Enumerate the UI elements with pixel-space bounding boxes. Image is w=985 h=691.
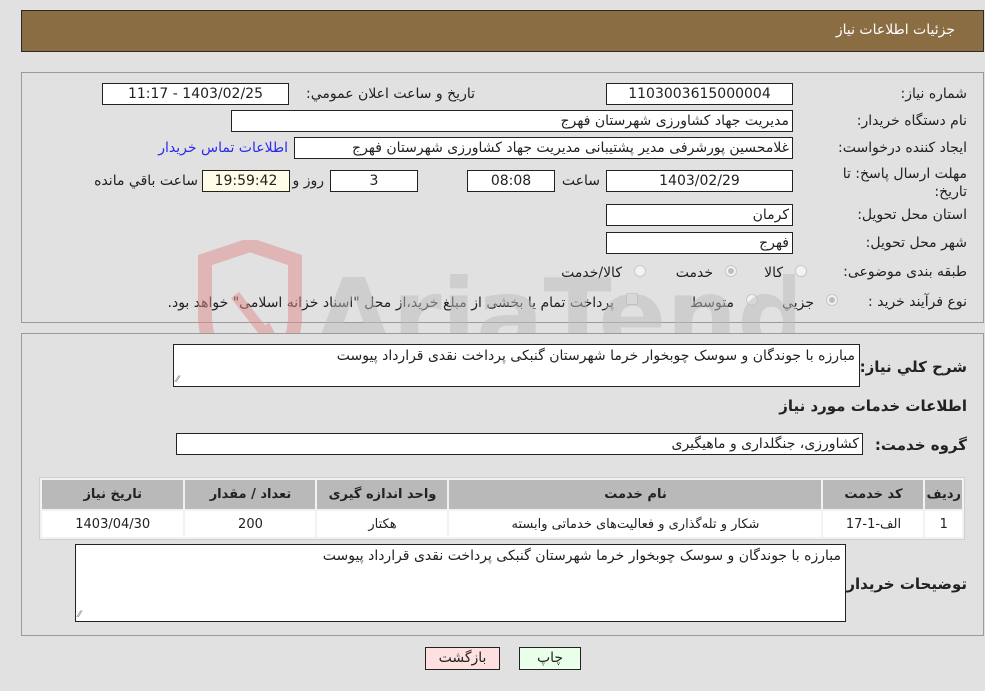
need-number-label: شماره نیاز:	[900, 86, 968, 102]
buyer-org-label: نام دستگاه خريدار:	[856, 113, 967, 129]
announce-datetime-field[interactable]: 1403/02/25 - 11:17	[102, 83, 289, 105]
cell-row-number: 1	[925, 511, 962, 537]
purchase-type-radio-medium[interactable]	[746, 294, 758, 306]
page-title: جزئیات اطلاعات نیاز	[835, 22, 955, 38]
deadline-label: مهلت ارسال پاسخ: تا تاریخ:	[842, 166, 967, 200]
days-label: روز و	[292, 173, 325, 189]
purchase-type-label: نوع فرآیند خرید :	[868, 294, 967, 310]
buyer-notes-text: مبارزه با جوندگان و سوسک چوبخوار خرما شه…	[322, 548, 841, 564]
time-remaining-label: ساعت باقي مانده	[94, 173, 198, 189]
deadline-time-label: ساعت	[561, 173, 600, 189]
category-option-goods-service: کالا/خدمت	[561, 265, 622, 281]
col-need-date: تاریخ نیاز	[42, 480, 184, 509]
resize-grip-icon[interactable]: ⁄⁄	[176, 376, 179, 385]
treasury-checkbox-label: پرداخت تمام یا بخشی از مبلغ خرید،از محل …	[167, 295, 614, 311]
cell-service-code: الف-1-17	[823, 511, 924, 537]
services-table-header: ردیف کد خدمت نام خدمت واحد اندازه گیری ت…	[42, 480, 962, 509]
cell-need-date: 1403/04/30	[42, 511, 184, 537]
days-remaining-field: 3	[330, 170, 418, 192]
requester-label: ایجاد کننده درخواست:	[838, 140, 967, 156]
category-radio-service[interactable]	[725, 265, 737, 277]
back-button[interactable]: بازگشت	[425, 647, 500, 670]
treasury-checkbox[interactable]	[626, 293, 638, 305]
buyer-notes-textarea[interactable]: مبارزه با جوندگان و سوسک چوبخوار خرما شه…	[75, 544, 846, 622]
col-row-number: ردیف	[925, 480, 962, 509]
service-group-label: گروه خدمت:	[874, 436, 967, 454]
deadline-time-field[interactable]: 08:08	[467, 170, 555, 192]
table-row: 1 الف-1-17 شکار و تله‌گذاری و فعالیت‌های…	[42, 511, 962, 537]
purchase-type-radio-minor[interactable]	[826, 294, 838, 306]
category-option-service: خدمت	[675, 265, 713, 281]
purchase-type-option-medium: متوسط	[690, 295, 734, 311]
cell-service-name: شکار و تله‌گذاری و فعالیت‌های خدماتی واب…	[449, 511, 822, 537]
time-remaining-field: 19:59:42	[202, 170, 290, 192]
announce-datetime-label: تاریخ و ساعت اعلان عمومي:	[306, 86, 475, 102]
province-field[interactable]: کرمان	[606, 204, 793, 226]
summary-label: شرح كلي نياز:	[859, 358, 967, 376]
city-label: شهر محل تحویل:	[865, 235, 967, 251]
col-quantity: تعداد / مقدار	[185, 480, 316, 509]
col-service-code: کد خدمت	[823, 480, 924, 509]
service-group-field[interactable]: کشاورزی، جنگلداری و ماهیگیری	[176, 433, 863, 455]
category-label: طبقه بندی موضوعی:	[843, 264, 967, 280]
services-section-title: اطلاعات خدمات مورد نیاز	[779, 397, 967, 415]
resize-grip-icon[interactable]: ⁄⁄	[78, 611, 81, 620]
category-radio-goods[interactable]	[795, 265, 807, 277]
page-header: جزئیات اطلاعات نیاز	[21, 10, 984, 52]
deadline-date-field[interactable]: 1403/02/29	[606, 170, 793, 192]
cell-unit: هکتار	[317, 511, 448, 537]
buyer-org-field[interactable]: مدیریت جهاد کشاورزی شهرستان فهرج	[231, 110, 793, 132]
summary-text: مبارزه با جوندگان و سوسک چوبخوار خرما شه…	[336, 348, 855, 364]
summary-textarea[interactable]: مبارزه با جوندگان و سوسک چوبخوار خرما شه…	[173, 344, 860, 387]
city-field[interactable]: فهرج	[606, 232, 793, 254]
services-table: ردیف کد خدمت نام خدمت واحد اندازه گیری ت…	[39, 477, 965, 540]
buyer-notes-label: توضیحات خریدار:	[840, 575, 967, 593]
print-button[interactable]: چاپ	[519, 647, 581, 670]
purchase-type-option-minor: جزيي	[782, 295, 814, 311]
category-radio-goods-service[interactable]	[634, 265, 646, 277]
col-unit: واحد اندازه گیری	[317, 480, 448, 509]
province-label: استان محل تحویل:	[857, 207, 967, 223]
buyer-contact-link[interactable]: اطلاعات تماس خریدار	[158, 140, 288, 156]
col-service-name: نام خدمت	[449, 480, 822, 509]
category-option-goods: کالا	[764, 265, 783, 281]
requester-field[interactable]: غلامحسین پورشرفی مدیر پشتیبانی مدیریت جه…	[294, 137, 793, 159]
cell-quantity: 200	[185, 511, 316, 537]
need-number-field[interactable]: 1103003615000004	[606, 83, 793, 105]
